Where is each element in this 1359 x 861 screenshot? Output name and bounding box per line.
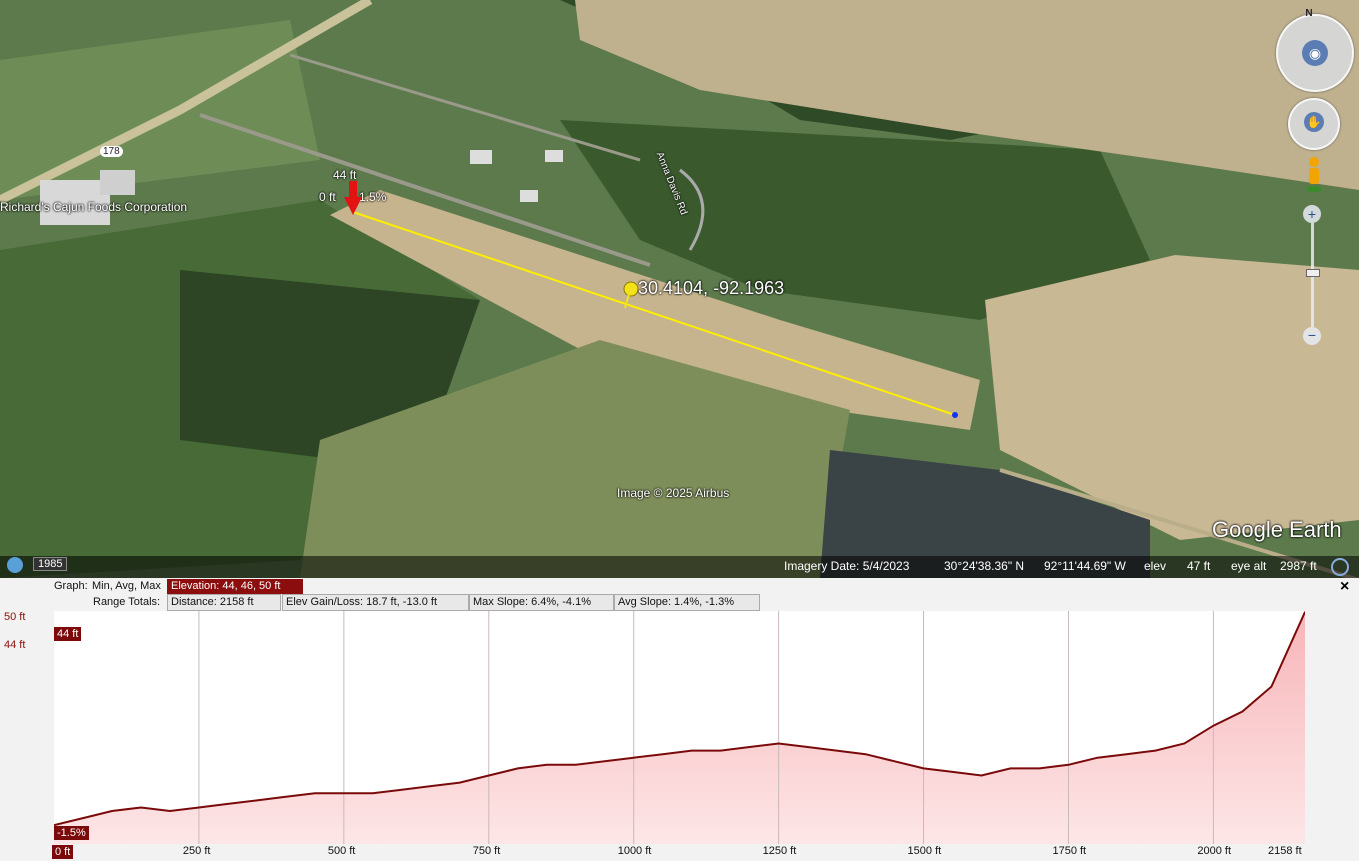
- path-start-distance: 0 ft: [319, 190, 336, 204]
- close-profile-button[interactable]: ×: [1340, 578, 1349, 596]
- elevation-point: [748, 746, 751, 748]
- street-view-pegman-icon[interactable]: [1304, 156, 1324, 194]
- x-tick-label: 2000 ft: [1197, 845, 1232, 857]
- elevation-point: [314, 792, 316, 795]
- elevation-point: [1096, 756, 1099, 759]
- elevation-point: [777, 742, 780, 745]
- x-tick-label: 1250 ft: [762, 845, 797, 857]
- elevation-point: [632, 756, 635, 759]
- zoom-out-icon[interactable]: −: [1303, 327, 1321, 345]
- compass-look-control[interactable]: N ◉: [1276, 8, 1354, 92]
- elevation-point: [198, 806, 200, 809]
- elevation-point: [285, 796, 287, 798]
- x-tick-label: 1000 ft: [617, 845, 652, 857]
- elevation-point: [719, 749, 722, 752]
- zoom-thumb[interactable]: [1306, 269, 1320, 277]
- elevation-point: [82, 817, 84, 819]
- avg-slope: Avg Slope: 1.4%, -1.3%: [614, 594, 760, 611]
- elevation-profile-panel: Graph: Min, Avg, Max Elevation: 44, 46, …: [0, 578, 1359, 861]
- elevation-point: [806, 746, 809, 748]
- status-eye-alt-label: eye alt: [1231, 559, 1267, 573]
- road-shield: 178: [100, 146, 123, 157]
- graph-mode[interactable]: Min, Avg, Max: [92, 579, 161, 594]
- imagery-date: Imagery Date: 5/4/2023: [784, 559, 910, 573]
- elevation-point: [1009, 767, 1012, 770]
- elevation-point: [516, 767, 519, 770]
- pan-control[interactable]: ✋: [1288, 98, 1340, 150]
- elevation-point: [661, 753, 664, 755]
- elevation-point: [545, 764, 548, 766]
- elevation-point: [835, 749, 838, 752]
- elevation-point: [401, 788, 403, 791]
- elevation-point: [487, 774, 490, 777]
- elevation-point: [951, 771, 954, 773]
- cursor-distance-marker: 0 ft: [52, 845, 74, 859]
- eye-icon: ◉: [1302, 40, 1328, 66]
- elevation-point: [864, 753, 867, 755]
- x-tick-label: 1500 ft: [907, 845, 942, 857]
- elevation-point: [1212, 724, 1215, 727]
- elevation-point: [1067, 764, 1070, 766]
- streaming-progress-icon: [1331, 558, 1349, 576]
- elevation-point: [227, 803, 229, 805]
- zoom-in-icon[interactable]: +: [1303, 205, 1321, 223]
- status-elev-value: 47 ft: [1187, 559, 1211, 573]
- elevation-point: [690, 749, 693, 752]
- elevation-point: [893, 760, 896, 763]
- elevation-point: [603, 760, 606, 763]
- x-tick-label: 750 ft: [472, 845, 501, 857]
- cursor-elevation-marker: 44 ft: [54, 627, 82, 641]
- hand-icon: ✋: [1304, 112, 1324, 132]
- status-eye-alt-value: 2987 ft: [1280, 559, 1317, 573]
- elevation-point: [1038, 767, 1041, 770]
- map-view[interactable]: Richard's Cajun Foods Corporation 178 An…: [0, 0, 1359, 578]
- elev-gain-loss: Elev Gain/Loss: 18.7 ft, -13.0 ft: [282, 594, 469, 611]
- elevation-point: [980, 774, 983, 777]
- distance-total: Distance: 2158 ft: [167, 594, 281, 611]
- elevation-point: [1241, 710, 1244, 713]
- elevation-point: [1183, 742, 1186, 745]
- elevation-point: [140, 806, 142, 809]
- historical-imagery-year[interactable]: 1985: [33, 557, 68, 571]
- x-tick-label: 250 ft: [182, 845, 211, 857]
- elevation-point: [430, 785, 432, 787]
- compass-north-label: N: [1305, 8, 1313, 19]
- range-totals-label: Range Totals:: [93, 596, 161, 608]
- elevation-chart[interactable]: [54, 611, 1305, 844]
- elevation-summary: Elevation: 44, 46, 50 ft: [167, 579, 303, 594]
- elevation-point: [1154, 749, 1157, 752]
- elevation-point: [256, 799, 258, 802]
- elevation-point: [574, 764, 577, 766]
- y-axis-max-label: 50 ft: [4, 611, 26, 623]
- status-longitude: 92°11'44.69" W: [1044, 559, 1126, 573]
- pushpin-label[interactable]: 30.4104, -92.1963: [638, 278, 784, 299]
- google-earth-logo: Google Earth: [1212, 517, 1342, 542]
- elevation-point: [1270, 685, 1273, 688]
- cursor-slope-marker: -1.5%: [54, 826, 89, 840]
- elevation-point: [458, 781, 461, 784]
- status-bar: 1985 Imagery Date: 5/4/2023 30°24'38.36"…: [0, 556, 1359, 578]
- x-axis-end-label: 2158 ft: [1268, 845, 1302, 857]
- elevation-point: [343, 792, 345, 795]
- x-tick-label: 1750 ft: [1052, 845, 1087, 857]
- pushpin-icon[interactable]: [620, 280, 640, 310]
- elevation-point: [111, 810, 113, 812]
- imagery-copyright: Image © 2025 Airbus: [617, 486, 730, 500]
- path-start-elevation: 44 ft: [333, 168, 357, 182]
- elevation-point: [169, 810, 171, 812]
- elevation-cursor-arrow-icon: [344, 181, 362, 215]
- graph-label: Graph:: [54, 580, 88, 592]
- status-latitude: 30°24'38.36" N: [944, 559, 1025, 573]
- status-elev-label: elev: [1144, 559, 1167, 573]
- x-tick-label: 500 ft: [327, 845, 356, 857]
- elevation-point: [372, 792, 374, 795]
- elevation-point: [1125, 753, 1128, 755]
- place-label[interactable]: Richard's Cajun Foods Corporation: [0, 200, 187, 214]
- y-axis-min-label: 44 ft: [4, 639, 26, 651]
- historical-imagery-clock-icon[interactable]: [7, 557, 23, 573]
- elevation-point: [922, 767, 925, 770]
- max-slope: Max Slope: 6.4%, -4.1%: [469, 594, 614, 611]
- zoom-slider[interactable]: + −: [1303, 205, 1323, 345]
